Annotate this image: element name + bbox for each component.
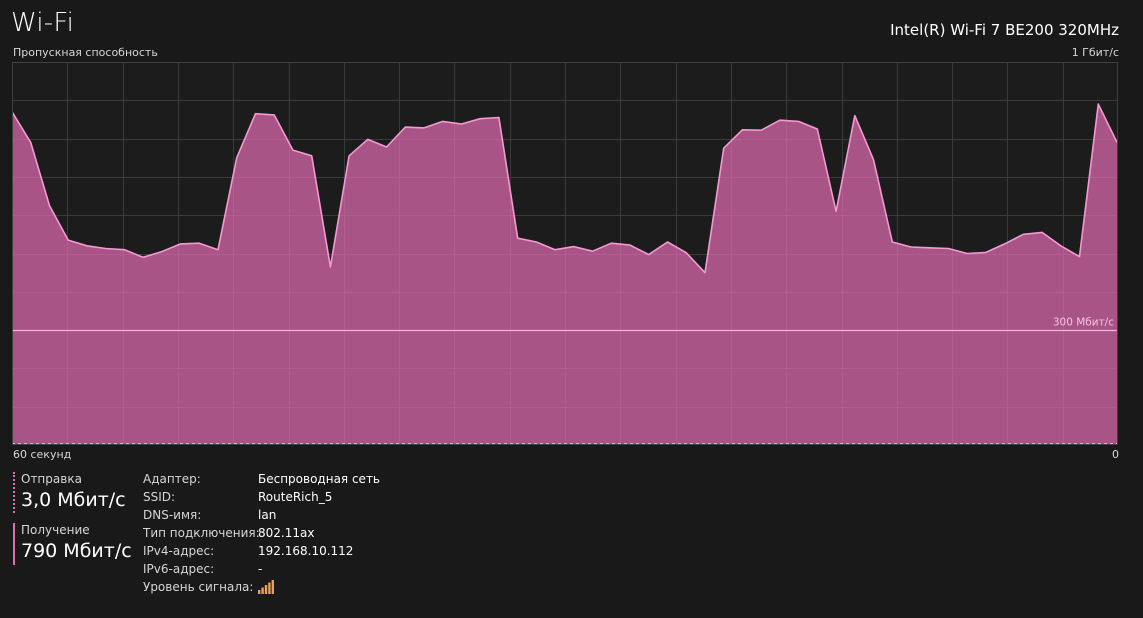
property-row: DNS-имя: lan: [143, 506, 380, 524]
reference-line-label: 300 Мбит/с: [1053, 317, 1114, 329]
receive-legend-marker: [13, 523, 15, 565]
property-row: Уровень сигнала:: [143, 578, 380, 596]
property-row: Тип подключения: 802.11ax: [143, 524, 380, 542]
adapter-properties: Адаптер: Беспроводная сеть SSID: RouteRi…: [143, 470, 380, 596]
property-row: IPv6-адрес: -: [143, 560, 380, 578]
property-value: lan: [258, 508, 277, 522]
property-value: 802.11ax: [258, 526, 315, 540]
property-value: RouteRich_5: [258, 490, 333, 504]
receive-value: 790 Мбит/с: [21, 540, 132, 562]
property-row: IPv4-адрес: 192.168.10.112: [143, 542, 380, 560]
property-value: 192.168.10.112: [258, 544, 354, 558]
send-value: 3,0 Мбит/с: [21, 489, 126, 511]
property-value: Беспроводная сеть: [258, 472, 381, 486]
property-key: IPv6-адрес:: [143, 562, 215, 576]
send-stat[interactable]: Отправка 3,0 Мбит/с: [13, 472, 126, 513]
property-row: SSID: RouteRich_5: [143, 488, 380, 506]
property-key: Уровень сигнала:: [143, 580, 254, 594]
throughput-graph: 300 Мбит/с: [12, 62, 1118, 445]
adapter-name: Intel(R) Wi-Fi 7 BE200 320MHz: [890, 21, 1119, 39]
chart-x-left-label: 60 секунд: [13, 448, 72, 461]
send-legend-marker: [13, 472, 15, 513]
property-row: Адаптер: Беспроводная сеть: [143, 470, 380, 488]
chart-x-right-label: 0: [1112, 448, 1119, 461]
property-key: IPv4-адрес:: [143, 544, 215, 558]
task-manager-wifi-panel: Wi-Fi Intel(R) Wi-Fi 7 BE200 320MHz Проп…: [0, 0, 1143, 618]
property-key: Адаптер:: [143, 472, 201, 486]
receive-label: Получение: [21, 523, 90, 537]
chart-y-max-label: 1 Гбит/с: [1071, 46, 1119, 59]
property-key: DNS-имя:: [143, 508, 202, 522]
property-key: SSID:: [143, 490, 176, 504]
throughput-chart-svg: 300 Мбит/с: [12, 62, 1118, 445]
signal-strength-icon: [258, 580, 274, 594]
property-value: -: [258, 562, 263, 576]
property-value: [258, 578, 274, 596]
page-title: Wi-Fi: [11, 8, 75, 38]
send-label: Отправка: [21, 472, 82, 486]
property-key: Тип подключения:: [143, 526, 260, 540]
receive-stat[interactable]: Получение 790 Мбит/с: [13, 523, 132, 565]
chart-title: Пропускная способность: [13, 46, 158, 59]
